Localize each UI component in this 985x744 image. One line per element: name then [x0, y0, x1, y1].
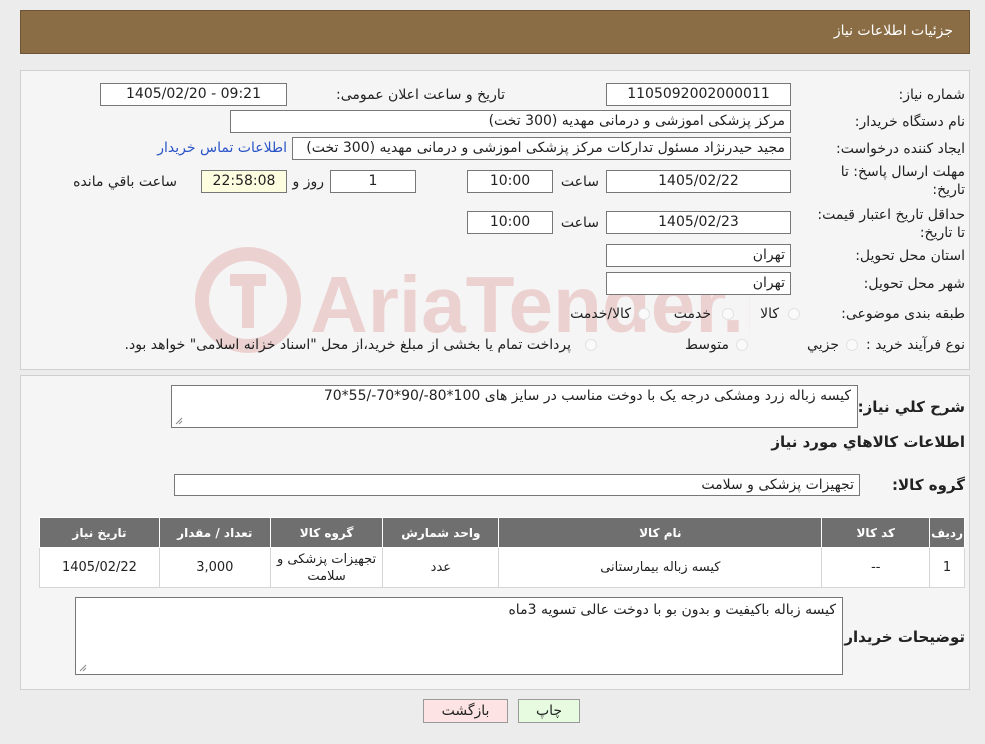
table-header-row: ردیف کد کالا نام کالا واحد شمارش گروه کا…: [39, 517, 965, 548]
summary-text: کیسه زباله زرد ومشکی درجه یک با دوخت منا…: [323, 388, 851, 404]
cell-goods-name: کیسه زباله بیمارستانی: [498, 547, 823, 588]
cell-goods-code: --: [821, 547, 931, 588]
back-button[interactable]: بازگشت: [423, 699, 508, 723]
announce-label: تاریخ و ساعت اعلان عمومی:: [336, 87, 505, 103]
goods-table: ردیف کد کالا نام کالا واحد شمارش گروه کا…: [39, 517, 965, 588]
process-type-label: نوع فرآیند خرید :: [866, 337, 965, 353]
table-row: 1 -- کیسه زباله بیمارستانی عدد تجهیزات پ…: [39, 547, 965, 588]
category-radio-goods[interactable]: [788, 308, 800, 320]
summary-label: شرح کلي نياز:: [857, 398, 965, 416]
days-label: روز و: [292, 174, 325, 190]
col-header-unit: واحد شمارش: [382, 517, 500, 548]
buyer-notes-label: توضیحات خریدار:: [838, 628, 965, 646]
deadline-date-field: 1405/02/22: [606, 170, 791, 193]
cell-unit: عدد: [382, 547, 500, 588]
process-radio-medium[interactable]: [736, 339, 748, 351]
buyer-contact-link[interactable]: اطلاعات تماس خریدار: [157, 140, 287, 156]
city-label: شهر محل تحویل:: [863, 276, 965, 292]
creator-field: مجید حیدرنژاد مسئول تدارکات مرکز پزشکی ا…: [292, 137, 791, 160]
deadline-time-field: 10:00: [467, 170, 553, 193]
process-option-minor: جزیي: [807, 337, 839, 353]
goods-group-label: گروه کالا:: [892, 476, 965, 494]
goods-group-field: تجهیزات پزشکی و سلامت: [174, 474, 860, 496]
category-radio-goods-service[interactable]: [638, 308, 650, 320]
page-title: جزئیات اطلاعات نیاز: [833, 23, 953, 39]
resize-handle-icon[interactable]: [175, 417, 183, 425]
goods-section-title: اطلاعات کالاهاي مورد نياز: [771, 433, 965, 451]
col-header-goods-group: گروه کالا: [269, 517, 384, 548]
need-number-field: 1105092002000011: [606, 83, 791, 106]
process-radio-minor[interactable]: [846, 339, 858, 351]
summary-textarea[interactable]: کیسه زباله زرد ومشکی درجه یک با دوخت منا…: [171, 385, 858, 428]
cell-quantity: 3,000: [158, 547, 271, 588]
col-header-goods-code: کد کالا: [821, 517, 931, 548]
time-remaining-label: ساعت باقي مانده: [73, 174, 177, 190]
buyer-org-field: مرکز پزشکی اموزشی و درمانی مهدیه (300 تخ…: [230, 110, 791, 133]
process-radio-treasury[interactable]: [585, 339, 597, 351]
validity-time-label: ساعت: [560, 215, 599, 231]
category-radio-service[interactable]: [722, 308, 734, 320]
cell-need-date: 1405/02/22: [39, 547, 160, 588]
category-option-service: خدمت: [673, 306, 711, 322]
col-header-goods-name: نام کالا: [498, 517, 823, 548]
days-remaining-field: 1: [330, 170, 416, 193]
category-option-goods: کالا: [760, 306, 779, 322]
category-label: طبقه بندی موضوعی:: [841, 306, 965, 322]
process-option-medium: متوسط: [685, 337, 729, 353]
province-field: تهران: [606, 244, 791, 267]
page-header: جزئیات اطلاعات نیاز: [20, 10, 970, 54]
process-note: پرداخت تمام یا بخشی از مبلغ خرید،از محل …: [124, 337, 571, 353]
validity-time-field: 10:00: [467, 211, 553, 234]
print-button[interactable]: چاپ: [518, 699, 580, 723]
announce-datetime-field: 1405/02/20 - 09:21: [100, 83, 287, 106]
buyer-org-label: نام دستگاه خریدار:: [854, 114, 965, 130]
buyer-notes-textarea[interactable]: کیسه زباله باکیفیت و بدون بو با دوخت عال…: [75, 597, 843, 675]
col-header-row-number: ردیف: [929, 517, 965, 548]
deadline-label: مهلت ارسال پاسخ: تا تاریخ:: [840, 164, 965, 198]
cell-goods-group: تجهیزات پزشکی و سلامت: [269, 547, 384, 588]
col-header-quantity: تعداد / مقدار: [158, 517, 271, 548]
validity-date-field: 1405/02/23: [606, 211, 791, 234]
province-label: استان محل تحویل:: [855, 248, 965, 264]
category-option-goods-service: کالا/خدمت: [570, 306, 631, 322]
buyer-notes-text: کیسه زباله باکیفیت و بدون بو با دوخت عال…: [508, 602, 836, 618]
city-field: تهران: [606, 272, 791, 295]
col-header-need-date: تاریخ نیاز: [39, 517, 160, 548]
price-validity-label: حداقل تاریخ اعتبار قیمت: تا تاریخ:: [817, 207, 965, 241]
resize-handle-icon[interactable]: [79, 664, 87, 672]
time-remaining-field: 22:58:08: [201, 170, 287, 193]
cell-row-number: 1: [929, 547, 965, 588]
need-number-label: شماره نیاز:: [898, 87, 966, 103]
deadline-time-label: ساعت: [560, 174, 599, 190]
creator-label: ایجاد کننده درخواست:: [836, 141, 965, 157]
